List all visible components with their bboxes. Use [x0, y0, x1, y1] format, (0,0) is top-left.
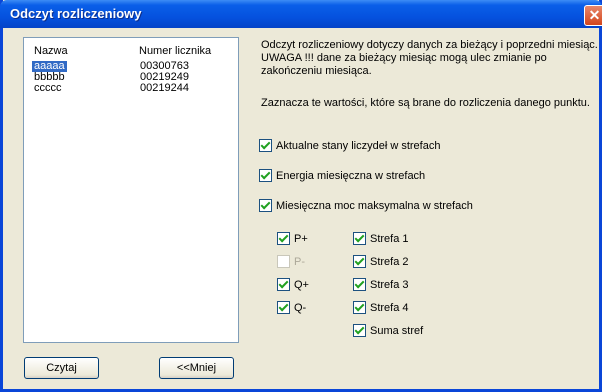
- checkbox-zone-1[interactable]: Strefa 1: [353, 232, 409, 245]
- checkbox-q-minus[interactable]: Q-: [277, 301, 306, 314]
- checkbox-label: Q+: [294, 278, 309, 291]
- row-name: ccccc: [34, 82, 62, 94]
- checkbox-label: Strefa 4: [370, 301, 409, 314]
- checkbox-icon[interactable]: [259, 139, 272, 152]
- checkbox-label: P-: [294, 255, 305, 268]
- checkbox-icon[interactable]: [353, 255, 366, 268]
- checkbox-current-states[interactable]: Aktualne stany liczydeł w strefach: [259, 139, 440, 152]
- read-button[interactable]: Czytaj: [24, 357, 99, 379]
- dialog-window: Odczyt rozliczeniowy ✕ Nazwa Numer liczn…: [0, 0, 602, 392]
- checkbox-label: Strefa 1: [370, 232, 409, 245]
- checkbox-zone-3[interactable]: Strefa 3: [353, 278, 409, 291]
- close-icon: ✕: [588, 7, 601, 23]
- checkbox-icon[interactable]: [259, 169, 272, 182]
- info-paragraph-1: Odczyt rozliczeniowy dotyczy danych za b…: [261, 39, 598, 77]
- checkbox-icon[interactable]: [353, 232, 366, 245]
- window-title: Odczyt rozliczeniowy: [10, 6, 142, 21]
- checkbox-label: Aktualne stany liczydeł w strefach: [276, 139, 441, 152]
- checkbox-zone-2[interactable]: Strefa 2: [353, 255, 409, 268]
- checkbox-icon[interactable]: [353, 324, 366, 337]
- checkbox-zone-4[interactable]: Strefa 4: [353, 301, 409, 314]
- meter-list[interactable]: Nazwa Numer licznika aaaaa 00300763 bbbb…: [23, 37, 239, 343]
- checkbox-p-minus: P-: [277, 255, 305, 268]
- checkbox-icon[interactable]: [353, 278, 366, 291]
- list-row[interactable]: ccccc 00219244: [32, 83, 236, 94]
- list-row[interactable]: bbbbb 00219249: [32, 72, 236, 83]
- info-paragraph-2: Zaznacza te wartości, które są brane do …: [261, 97, 590, 109]
- row-meter-number: 00219244: [140, 82, 189, 94]
- checkbox-q-plus[interactable]: Q+: [277, 278, 309, 291]
- checkbox-label: Miesięczna moc maksymalna w strefach: [276, 199, 473, 212]
- checkbox-monthly-energy[interactable]: Energia miesięczna w strefach: [259, 169, 425, 182]
- column-header-meter-number[interactable]: Numer licznika: [139, 45, 211, 57]
- close-button[interactable]: ✕: [584, 5, 602, 26]
- checkbox-icon[interactable]: [277, 232, 290, 245]
- checkbox-icon: [277, 255, 290, 268]
- checkbox-icon[interactable]: [259, 199, 272, 212]
- checkbox-label: P+: [294, 232, 308, 245]
- checkbox-label: Strefa 3: [370, 278, 409, 291]
- checkbox-label: Q-: [294, 301, 307, 314]
- checkbox-zone-sum[interactable]: Suma stref: [353, 324, 423, 337]
- checkbox-label: Suma stref: [370, 324, 424, 337]
- checkbox-monthly-power[interactable]: Miesięczna moc maksymalna w strefach: [259, 199, 473, 212]
- checkbox-p-plus[interactable]: P+: [277, 232, 308, 245]
- checkbox-icon[interactable]: [277, 301, 290, 314]
- less-button[interactable]: <<Mniej: [159, 357, 234, 379]
- checkbox-icon[interactable]: [277, 278, 290, 291]
- column-header-name[interactable]: Nazwa: [34, 45, 68, 57]
- checkbox-label: Strefa 2: [370, 255, 409, 268]
- checkbox-label: Energia miesięczna w strefach: [276, 169, 426, 182]
- checkbox-icon[interactable]: [353, 301, 366, 314]
- title-bar[interactable]: Odczyt rozliczeniowy ✕: [0, 0, 602, 28]
